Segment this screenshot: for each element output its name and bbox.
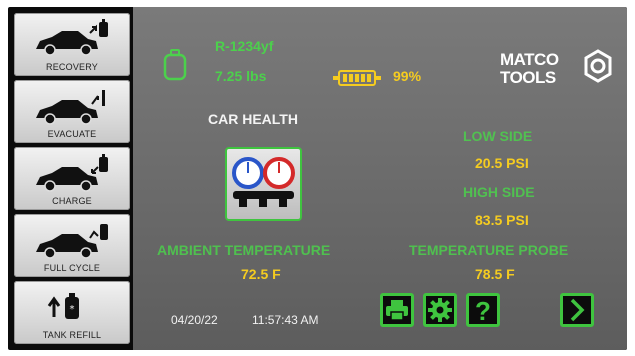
low-side-label: LOW SIDE (463, 128, 533, 144)
temperature-probe-value: 78.5 F (475, 266, 515, 282)
sidebar-item-tank-refill[interactable]: * TANK REFILL (14, 281, 130, 344)
sidebar-item-label: CHARGE (52, 196, 92, 206)
car-health-title: CAR HEALTH (208, 111, 298, 127)
main-panel: R-1234yf 7.25 lbs 99% MATCO TOOLS CAR HE… (133, 7, 627, 350)
tank-refill-icon: * (47, 293, 79, 319)
sidebar-item-label: TANK REFILL (42, 330, 102, 340)
tank-icon (163, 49, 187, 81)
manifold-gauge-icon (232, 157, 295, 207)
ambient-temperature-value: 72.5 F (241, 266, 281, 282)
high-side-value: 83.5 PSI (475, 212, 529, 228)
car-full-cycle-icon (36, 224, 108, 259)
car-charge-icon (36, 154, 108, 192)
temperature-probe-label: TEMPERATURE PROBE (409, 242, 569, 258)
svg-text:*: * (70, 304, 75, 315)
help-button[interactable]: ? (466, 293, 500, 327)
battery-percent: 99% (393, 68, 422, 84)
help-icon: ? (475, 296, 491, 324)
print-icon (386, 300, 408, 321)
time-display: 11:57:43 AM (252, 313, 319, 327)
next-button[interactable] (560, 293, 594, 327)
low-side-value: 20.5 PSI (475, 155, 529, 171)
tank-weight: 7.25 lbs (215, 68, 267, 84)
gear-icon (428, 298, 452, 322)
svg-text:?: ? (475, 296, 491, 324)
sidebar-item-label: EVACUATE (47, 129, 97, 139)
high-side-label: HIGH SIDE (463, 184, 535, 200)
device-screen: RECOVERY EVACUATE CHARGE FULL CYCLE * TA… (8, 7, 627, 350)
sidebar-item-evacuate[interactable]: EVACUATE (14, 80, 130, 143)
settings-button[interactable] (423, 293, 457, 327)
ambient-temperature-label: AMBIENT TEMPERATURE (157, 242, 331, 258)
svg-text:MATCO: MATCO (500, 50, 559, 69)
next-icon (570, 298, 585, 322)
print-button[interactable] (380, 293, 414, 327)
car-health-button[interactable] (225, 147, 302, 221)
car-recovery-icon (36, 19, 108, 56)
date-display: 04/20/22 (171, 313, 218, 327)
sidebar-item-charge[interactable]: CHARGE (14, 147, 130, 210)
matco-tools-logo: MATCO TOOLS (500, 49, 612, 87)
sidebar-item-label: FULL CYCLE (43, 263, 101, 273)
svg-text:TOOLS: TOOLS (500, 68, 556, 87)
sidebar-item-label: RECOVERY (46, 62, 98, 72)
sidebar-item-recovery[interactable]: RECOVERY (14, 13, 130, 76)
battery-icon (333, 70, 381, 86)
refrigerant-type: R-1234yf (215, 38, 274, 54)
sidebar-item-full-cycle[interactable]: FULL CYCLE (14, 214, 130, 277)
car-evacuate-icon (36, 90, 105, 125)
